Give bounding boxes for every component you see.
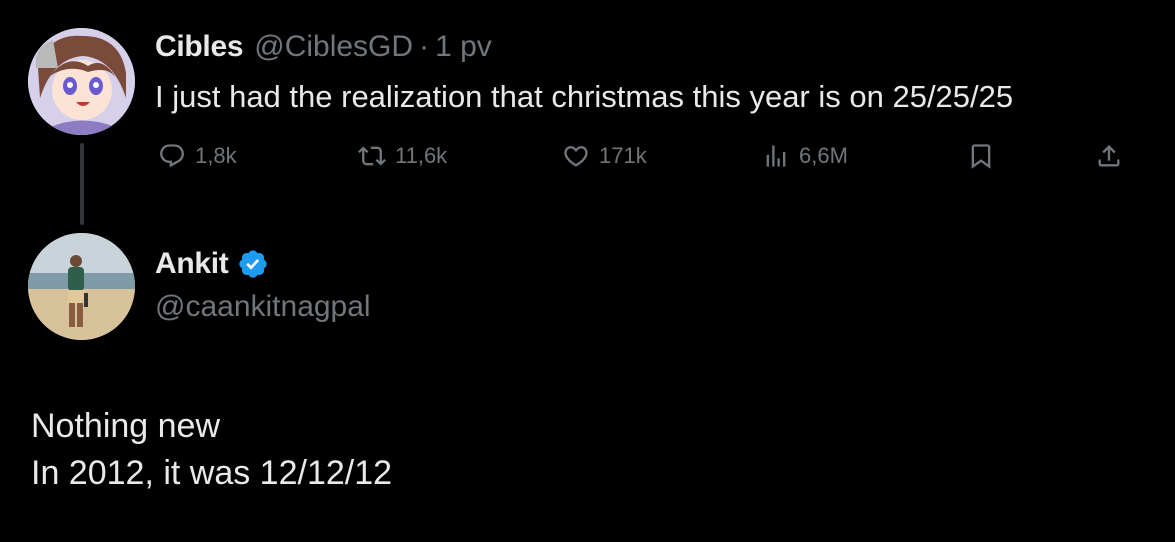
tweet1-handle[interactable]: @CiblesGD	[254, 27, 413, 67]
tweet2-text: Nothing new In 2012, it was 12/12/12	[31, 403, 392, 497]
tweet1-header: Cibles @CiblesGD · 1 pv	[155, 27, 492, 67]
share-button[interactable]	[1095, 137, 1123, 175]
avatar-cibles[interactable]	[28, 28, 135, 135]
verified-badge-icon	[238, 250, 267, 278]
share-icon	[1098, 145, 1120, 167]
thread-connector-line	[80, 143, 84, 225]
tweet1-timestamp[interactable]: 1 pv	[435, 27, 492, 67]
tweet1-action-bar: 1,8k 11,6k 171k 6,6M	[155, 137, 1130, 175]
tweet1-text: I just had the realization that christma…	[155, 79, 1014, 114]
like-button[interactable]: 171k	[562, 137, 647, 175]
retweet-button[interactable]: 11,6k	[358, 137, 447, 175]
tweet1-separator: ·	[419, 30, 430, 63]
tweet2-name-row: Ankit	[155, 244, 269, 284]
reply-button[interactable]: 1,8k	[158, 137, 237, 175]
tweet1-display-name[interactable]: Cibles	[155, 27, 244, 67]
bookmark-icon	[971, 144, 991, 169]
retweet-icon	[358, 146, 386, 166]
like-count: 171k	[599, 143, 647, 168]
heart-icon	[564, 146, 588, 167]
views-button[interactable]: 6,6M	[762, 137, 848, 175]
avatar-ankit[interactable]	[28, 233, 135, 340]
views-chart-icon	[766, 145, 786, 167]
tweet2-handle[interactable]: @caankitnagpal	[155, 287, 371, 327]
beach-person-avatar-icon	[28, 233, 135, 340]
anime-girl-avatar-icon	[28, 28, 135, 135]
retweet-count: 11,6k	[395, 143, 448, 168]
bookmark-button[interactable]	[967, 137, 995, 175]
reply-count: 1,8k	[195, 143, 237, 168]
tweet2-text-line: In 2012, it was 12/12/12	[31, 454, 393, 492]
reply-icon	[160, 144, 184, 168]
views-count: 6,6M	[799, 143, 848, 168]
tweet2-display-name[interactable]: Ankit	[155, 244, 229, 284]
tweet2-text-line: Nothing new	[31, 407, 221, 445]
